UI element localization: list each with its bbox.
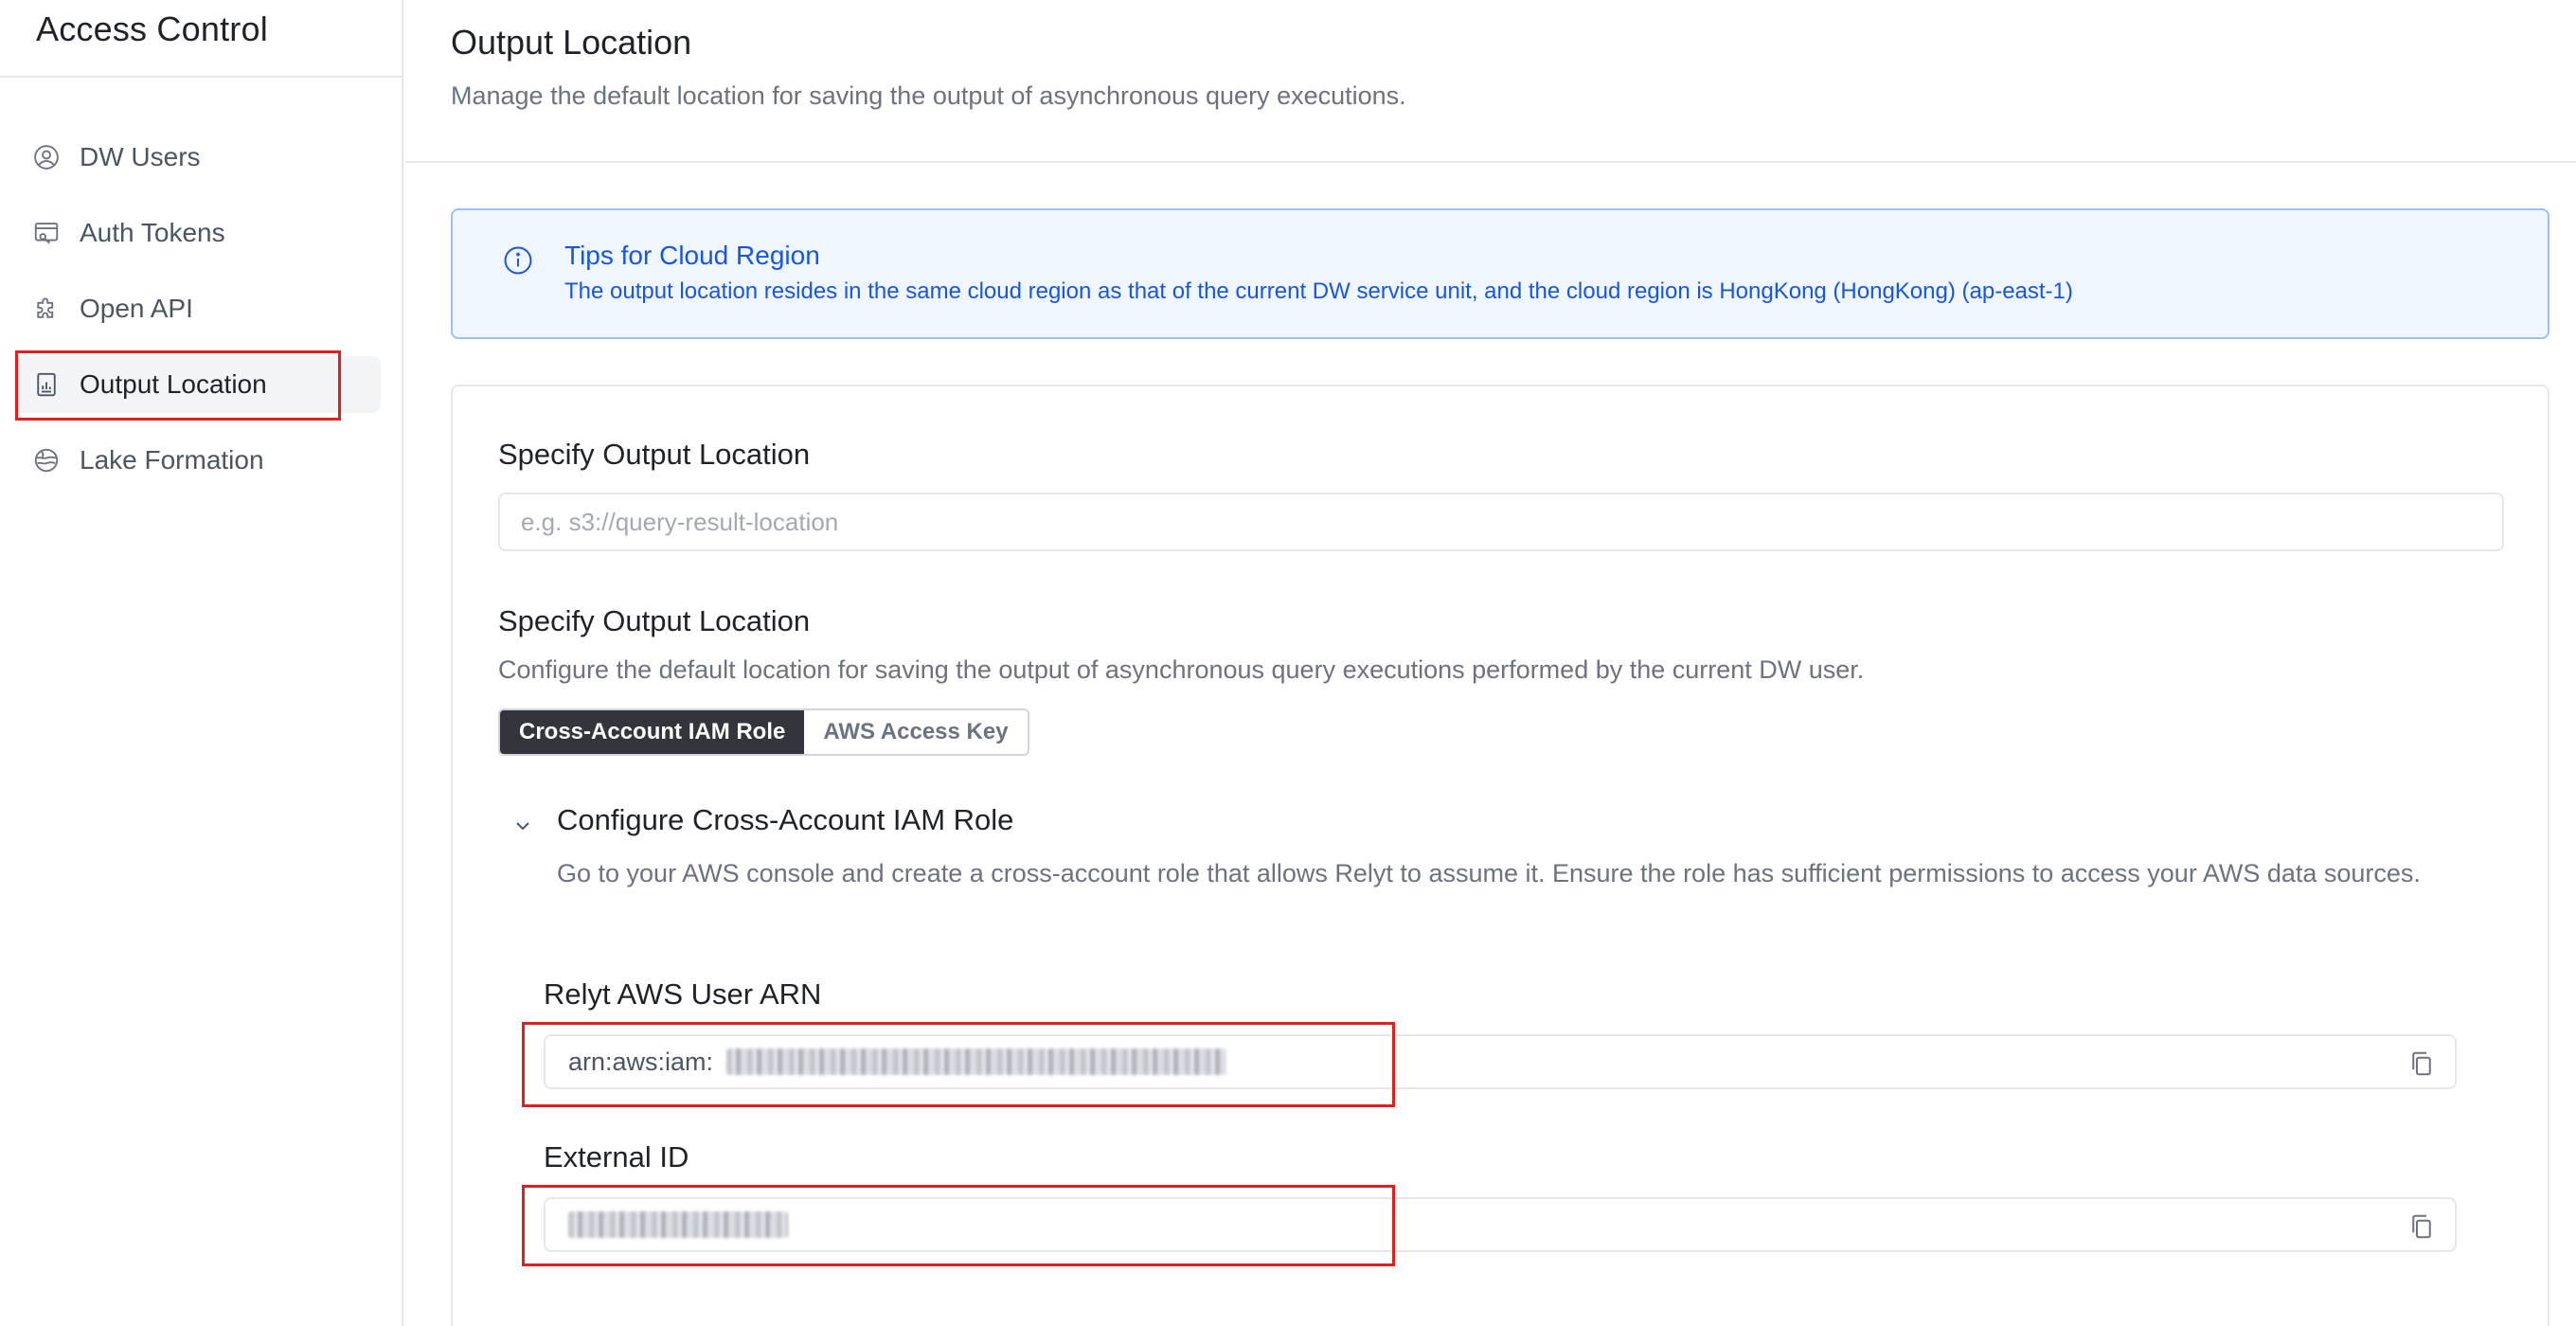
external-id-label: External ID (544, 1140, 689, 1174)
sidebar-item-dw-users[interactable]: DW Users (15, 129, 381, 186)
lake-globe-icon (30, 444, 63, 476)
tips-text: The output location resides in the same … (564, 278, 2073, 304)
chevron-down-icon[interactable] (511, 815, 534, 837)
sidebar-item-label: Auth Tokens (80, 218, 225, 247)
section-description: Go to your AWS console and create a cros… (557, 859, 2421, 887)
sidebar-item-auth-tokens[interactable]: Auth Tokens (15, 205, 381, 261)
arn-redacted-value (726, 1048, 1227, 1075)
cross-account-iam-role-tab[interactable]: Cross-Account IAM Role (500, 710, 805, 754)
tips-banner: Tips for Cloud Region The output locatio… (451, 208, 2549, 339)
arn-prefix: arn:aws:iam: (568, 1047, 714, 1076)
auth-label: Specify Output Location (498, 604, 811, 637)
sidebar-title: Access Control (36, 9, 268, 48)
location-label: Specify Output Location (498, 438, 811, 471)
output-location-card: Specify Output Location Specify Output L… (451, 385, 2549, 1326)
external-id-redacted-value (568, 1211, 788, 1238)
arn-field[interactable]: arn:aws:iam: (544, 1034, 2457, 1089)
sidebar: Access Control DW Users Auth Tokens Open… (0, 0, 403, 1326)
puzzle-icon (30, 293, 63, 325)
info-icon (504, 246, 532, 275)
auth-description: Configure the default location for savin… (498, 655, 1865, 684)
aws-access-key-tab[interactable]: AWS Access Key (804, 710, 1028, 754)
sidebar-item-label: Open API (80, 294, 193, 323)
main-content: Output Location Manage the default locat… (405, 0, 2576, 1326)
external-id-field[interactable] (544, 1197, 2457, 1252)
section-title[interactable]: Configure Cross-Account IAM Role (557, 803, 1013, 837)
report-file-icon (30, 368, 63, 401)
sidebar-item-label: Output Location (80, 369, 267, 399)
token-card-icon (30, 217, 63, 249)
sidebar-item-open-api[interactable]: Open API (15, 280, 381, 337)
page-header: Output Location Manage the default locat… (405, 0, 2576, 163)
output-location-input[interactable] (498, 493, 2504, 551)
sidebar-item-lake-formation[interactable]: Lake Formation (15, 432, 381, 489)
arn-label: Relyt AWS User ARN (544, 977, 822, 1011)
tips-title: Tips for Cloud Region (564, 241, 820, 270)
page-title: Output Location (451, 23, 692, 62)
sidebar-item-label: DW Users (80, 142, 201, 171)
auth-method-toggle: Cross-Account IAM Role AWS Access Key (498, 708, 1029, 756)
user-circle-icon (30, 141, 63, 173)
copy-icon[interactable] (2407, 1212, 2436, 1241)
sidebar-item-output-location[interactable]: Output Location (15, 356, 381, 413)
copy-icon[interactable] (2407, 1049, 2436, 1078)
page-description: Manage the default location for saving t… (451, 81, 1406, 110)
sidebar-divider (0, 76, 403, 78)
sidebar-item-label: Lake Formation (80, 445, 264, 475)
